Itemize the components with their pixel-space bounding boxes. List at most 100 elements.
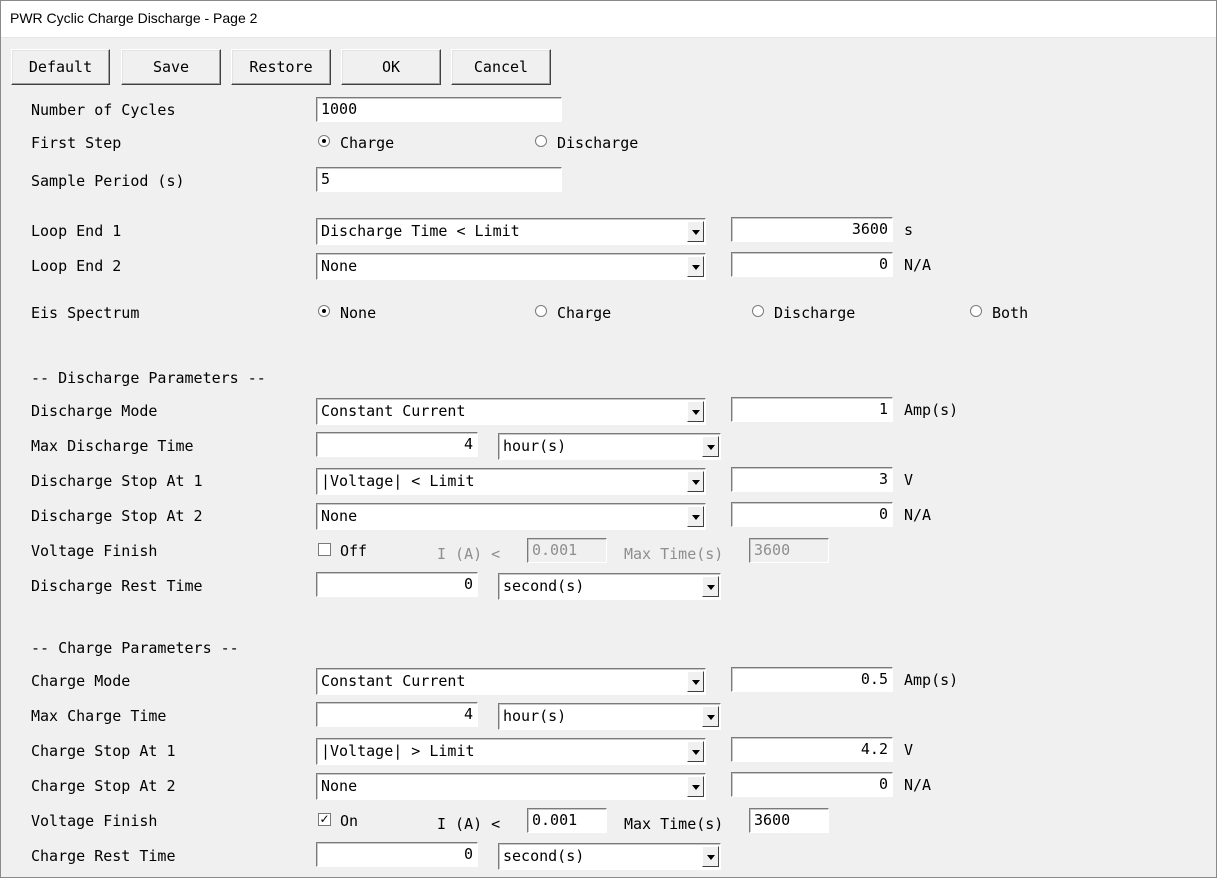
default-button[interactable]: Default — [11, 49, 110, 85]
max-charge-time-unit-select[interactable]: hour(s) — [498, 703, 721, 730]
discharge-rest-time-input[interactable]: 0 — [316, 572, 478, 597]
sample-period-label: Sample Period (s) — [31, 172, 185, 190]
check-icon: ✓ — [319, 812, 330, 826]
discharge-voltage-finish-state[interactable]: Off — [340, 542, 367, 560]
discharge-max-time-input[interactable]: 3600 — [749, 538, 829, 563]
restore-button[interactable]: Restore — [231, 49, 331, 85]
charge-stop-2-value[interactable]: 0 — [731, 772, 893, 797]
loop-end-1-value[interactable]: 3600 — [731, 217, 893, 242]
loop-end-2-value[interactable]: 0 — [731, 252, 893, 277]
chevron-down-icon[interactable] — [687, 506, 704, 527]
discharge-stop-2-select[interactable]: None — [316, 503, 706, 530]
charge-stop-1-select[interactable]: |Voltage| > Limit — [316, 738, 706, 765]
discharge-rest-time-label: Discharge Rest Time — [31, 577, 203, 595]
max-discharge-time-label: Max Discharge Time — [31, 437, 194, 455]
save-button[interactable]: Save — [121, 49, 221, 85]
charge-voltage-finish-checkbox[interactable]: ✓ — [318, 813, 331, 826]
charge-stop-2-selected: None — [321, 777, 358, 795]
eis-discharge-label[interactable]: Discharge — [774, 304, 855, 322]
chevron-down-icon[interactable] — [687, 671, 704, 692]
charge-rest-time-input[interactable]: 0 — [316, 842, 478, 867]
charge-max-time-label: Max Time(s) — [624, 815, 724, 833]
max-charge-time-unit: hour(s) — [503, 707, 567, 725]
max-discharge-time-unit: hour(s) — [503, 437, 567, 455]
loop-end-1-select[interactable]: Discharge Time < Limit — [316, 218, 706, 245]
cycles-input[interactable]: 1000 — [316, 97, 562, 122]
chevron-down-icon[interactable] — [687, 471, 704, 492]
chevron-down-icon[interactable] — [687, 221, 704, 242]
discharge-stop-1-unit: V — [904, 471, 914, 489]
chevron-down-icon[interactable] — [702, 436, 719, 457]
sample-period-input[interactable]: 5 — [316, 167, 562, 192]
discharge-rest-time-unit-select[interactable]: second(s) — [498, 573, 721, 600]
charge-rest-time-unit: second(s) — [503, 847, 585, 865]
loop-end-2-label: Loop End 2 — [31, 257, 122, 275]
discharge-stop-2-unit: N/A — [904, 506, 932, 524]
chevron-down-icon[interactable] — [687, 776, 704, 797]
discharge-stop-1-selected: |Voltage| < Limit — [321, 472, 475, 490]
discharge-rest-time-unit: second(s) — [503, 577, 585, 595]
discharge-stop-1-value[interactable]: 3 — [731, 467, 893, 492]
first-step-discharge-radio[interactable] — [535, 135, 547, 147]
eis-charge-radio[interactable] — [535, 305, 547, 317]
max-discharge-time-unit-select[interactable]: hour(s) — [498, 433, 721, 460]
discharge-stop-1-label: Discharge Stop At 1 — [31, 472, 203, 490]
charge-current-threshold-label: I (A) < — [437, 815, 501, 833]
charge-voltage-finish-label: Voltage Finish — [31, 812, 158, 830]
ok-button[interactable]: OK — [341, 49, 441, 85]
first-step-charge-label[interactable]: Charge — [340, 134, 394, 152]
charge-current-threshold-input[interactable]: 0.001 — [527, 808, 607, 833]
discharge-mode-label: Discharge Mode — [31, 402, 158, 420]
discharge-max-time-label: Max Time(s) — [624, 545, 724, 563]
window-title: PWR Cyclic Charge Discharge - Page 2 — [10, 10, 258, 26]
discharge-section-header: -- Discharge Parameters -- — [31, 369, 266, 387]
loop-end-1-label: Loop End 1 — [31, 222, 122, 240]
eis-none-radio[interactable] — [318, 305, 330, 317]
max-charge-time-input[interactable]: 4 — [316, 702, 478, 727]
charge-max-time-input[interactable]: 3600 — [749, 808, 829, 833]
charge-stop-2-select[interactable]: None — [316, 773, 706, 800]
loop-end-1-unit: s — [904, 221, 914, 239]
chevron-down-icon[interactable] — [702, 576, 719, 597]
chevron-down-icon[interactable] — [702, 846, 719, 867]
loop-end-2-select[interactable]: None — [316, 253, 706, 280]
eis-discharge-radio[interactable] — [752, 305, 764, 317]
loop-end-1-selected: Discharge Time < Limit — [321, 222, 520, 240]
loop-end-2-selected: None — [321, 257, 358, 275]
chevron-down-icon[interactable] — [687, 256, 704, 277]
title-bar: PWR Cyclic Charge Discharge - Page 2 — [0, 0, 1217, 38]
charge-stop-1-value[interactable]: 4.2 — [731, 737, 893, 762]
eis-label: Eis Spectrum — [31, 304, 140, 322]
eis-none-label[interactable]: None — [340, 304, 376, 322]
charge-section-header: -- Charge Parameters -- — [31, 639, 239, 657]
charge-mode-value[interactable]: 0.5 — [731, 667, 893, 692]
charge-voltage-finish-state[interactable]: On — [340, 812, 358, 830]
eis-both-label[interactable]: Both — [992, 304, 1028, 322]
eis-charge-label[interactable]: Charge — [557, 304, 611, 322]
charge-stop-1-selected: |Voltage| > Limit — [321, 742, 475, 760]
discharge-current-threshold-label: I (A) < — [437, 545, 501, 563]
discharge-mode-value[interactable]: 1 — [731, 397, 893, 422]
discharge-stop-2-value[interactable]: 0 — [731, 502, 893, 527]
chevron-down-icon[interactable] — [687, 401, 704, 422]
discharge-stop-2-label: Discharge Stop At 2 — [31, 507, 203, 525]
first-step-charge-radio[interactable] — [318, 135, 330, 147]
max-discharge-time-input[interactable]: 4 — [316, 432, 478, 457]
chevron-down-icon[interactable] — [687, 741, 704, 762]
chevron-down-icon[interactable] — [702, 706, 719, 727]
discharge-mode-select[interactable]: Constant Current — [316, 398, 706, 425]
charge-mode-label: Charge Mode — [31, 672, 131, 690]
first-step-label: First Step — [31, 134, 122, 152]
discharge-mode-selected: Constant Current — [321, 402, 466, 420]
discharge-voltage-finish-checkbox[interactable] — [318, 543, 331, 556]
eis-both-radio[interactable] — [970, 305, 982, 317]
first-step-discharge-label[interactable]: Discharge — [557, 134, 638, 152]
charge-rest-time-unit-select[interactable]: second(s) — [498, 843, 721, 870]
discharge-current-threshold-input[interactable]: 0.001 — [527, 538, 607, 563]
cancel-button[interactable]: Cancel — [451, 49, 551, 85]
discharge-stop-2-selected: None — [321, 507, 358, 525]
discharge-voltage-finish-label: Voltage Finish — [31, 542, 158, 560]
discharge-stop-1-select[interactable]: |Voltage| < Limit — [316, 468, 706, 495]
loop-end-2-unit: N/A — [904, 256, 932, 274]
charge-mode-select[interactable]: Constant Current — [316, 668, 706, 695]
